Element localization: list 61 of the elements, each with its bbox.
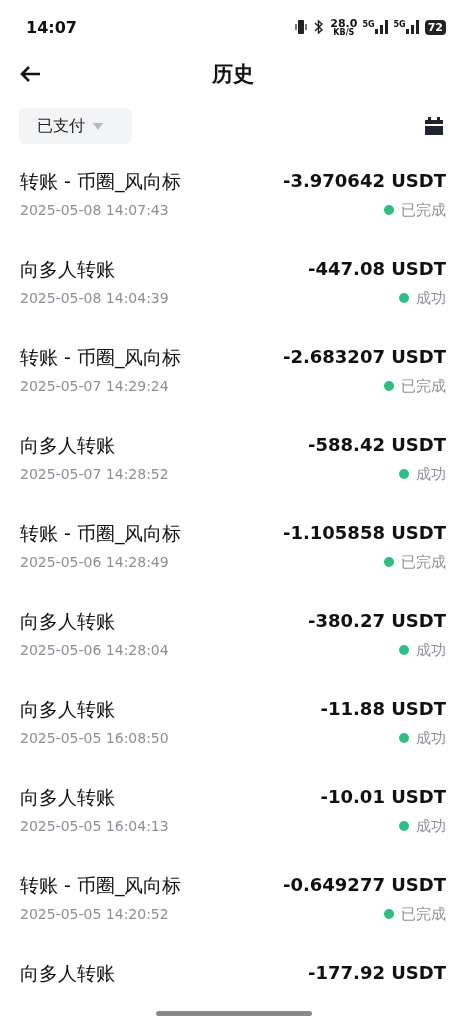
- transaction-amount: -10.01 USDT: [320, 785, 446, 809]
- status-dot: [399, 645, 409, 655]
- signal-icon: [405, 20, 420, 34]
- status-dot: [384, 381, 394, 391]
- status-dot: [384, 205, 394, 215]
- caret-icon: [93, 122, 103, 130]
- status-label: 已完成: [401, 552, 446, 572]
- calendar-icon[interactable]: [424, 117, 444, 135]
- transaction-date: 2025-05-05 16:04:13: [20, 817, 169, 836]
- back-arrow-icon[interactable]: [19, 65, 41, 83]
- transaction-title: 转账 - 币圈_风向标: [20, 345, 182, 370]
- status-label: 成功: [416, 728, 446, 748]
- transaction-title: 向多人转账: [20, 961, 115, 986]
- status-dot: [399, 821, 409, 831]
- status-dot: [399, 469, 409, 479]
- transaction-amount: -2.683207 USDT: [282, 345, 446, 369]
- network-type: 5G: [362, 20, 375, 29]
- vibrate-icon: [294, 19, 309, 35]
- transaction-date: 2025-05-06 14:28:49: [20, 553, 170, 572]
- transaction-amount: -588.42 USDT: [308, 433, 446, 457]
- transaction-amount: -1.105858 USDT: [282, 521, 446, 545]
- transaction-amount: -447.08 USDT: [308, 257, 446, 281]
- transaction-date: 2025-05-07 14:29:24: [20, 377, 170, 396]
- transaction-title: 转账 - 币圈_风向标: [20, 169, 182, 194]
- transaction-amount: -380.27 USDT: [308, 609, 446, 633]
- status-time: 14:07: [26, 17, 77, 37]
- filter-dropdown[interactable]: 已支付: [19, 108, 132, 144]
- status-label: 已完成: [401, 200, 446, 220]
- transaction-title: 转账 - 币圈_风向标: [20, 521, 182, 546]
- transaction-title: 向多人转账: [20, 609, 116, 634]
- transaction-date: 2025-05-05 16:08:50: [20, 729, 169, 748]
- transaction-date: 2025-05-05 14:20:52: [20, 905, 170, 924]
- status-dot: [384, 557, 394, 567]
- status-dot: [399, 293, 409, 303]
- transaction-date: 2025-05-08 14:07:43: [20, 201, 170, 220]
- transaction-amount: -0.649277 USDT: [282, 873, 446, 897]
- transaction-amount: -11.88 USDT: [320, 697, 446, 721]
- speed-value: 28.0: [330, 17, 358, 29]
- transaction-date: 2025-05-08 14:04:39: [20, 289, 169, 308]
- transaction-title: 转账 - 币圈_风向标: [20, 873, 182, 898]
- status-label: 已完成: [401, 904, 446, 924]
- transaction-title: 向多人转账: [20, 257, 116, 282]
- transaction-amount: -3.970642 USDT: [282, 169, 446, 193]
- status-label: 已完成: [401, 376, 446, 396]
- speed-unit: KB/S: [333, 28, 355, 37]
- signal-icon: [374, 20, 389, 34]
- network-type: 5G: [393, 20, 406, 29]
- page-title: 历史: [212, 61, 254, 88]
- transaction-title: 向多人转账: [20, 697, 116, 722]
- transaction-date: 2025-05-06 14:28:04: [20, 641, 169, 660]
- status-label: 成功: [416, 816, 446, 836]
- transaction-title: 向多人转账: [20, 785, 116, 810]
- transaction-amount: -177.92 USDT: [308, 961, 446, 985]
- status-dot: [384, 909, 394, 919]
- transaction-title: 向多人转账: [20, 433, 116, 458]
- transaction-date: 2025-05-07 14:28:52: [20, 465, 169, 484]
- status-dot: [399, 733, 409, 743]
- status-label: 成功: [416, 288, 446, 308]
- battery-level: 72: [424, 19, 446, 35]
- status-label: 成功: [416, 640, 446, 660]
- status-label: 成功: [416, 464, 446, 484]
